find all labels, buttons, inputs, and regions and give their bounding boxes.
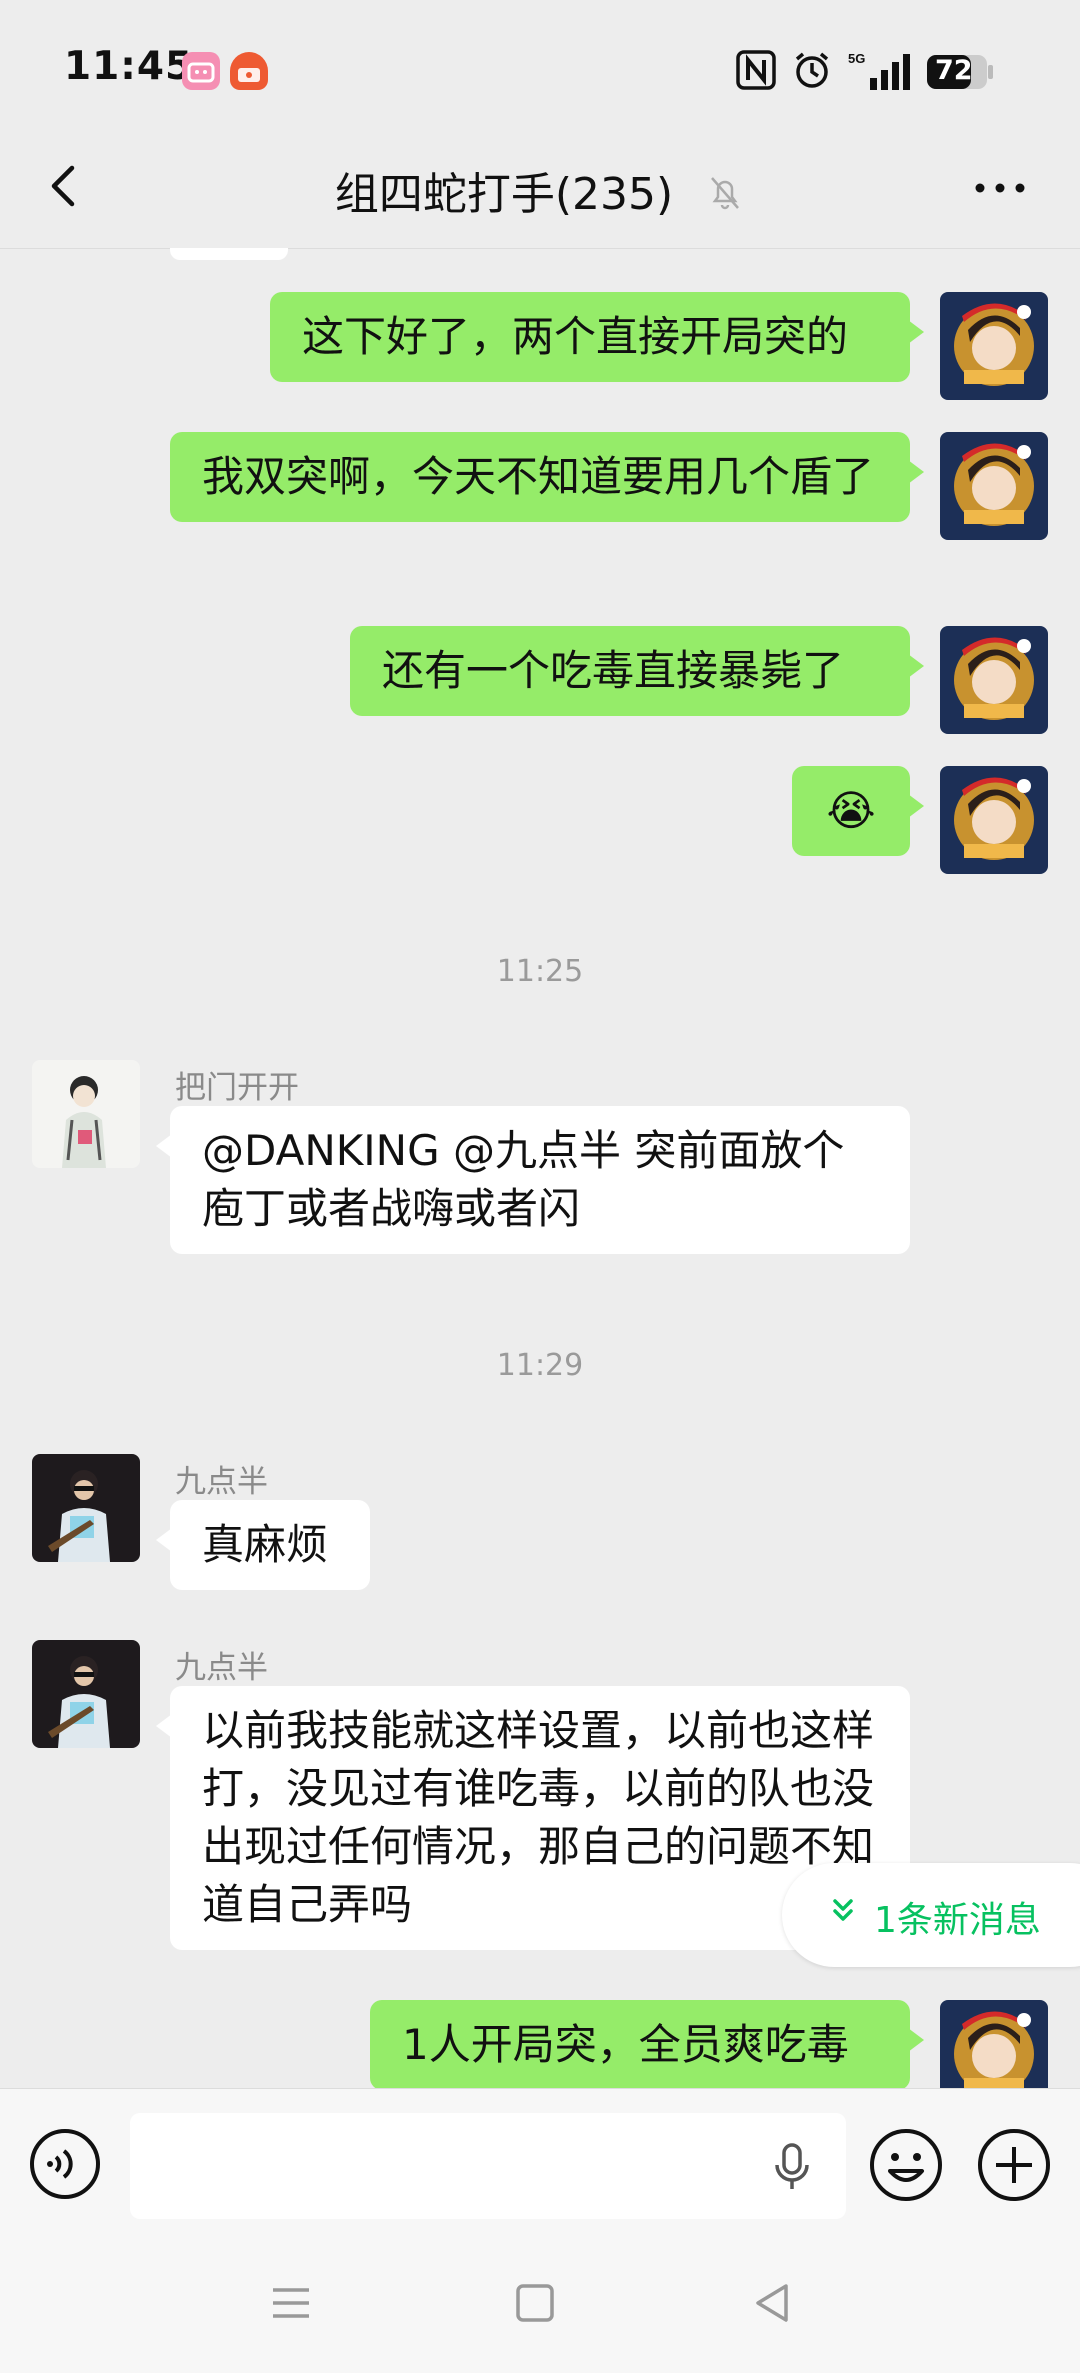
other-message-bubble[interactable]: @DANKING @九点半 突前面放个庖丁或者战嗨或者闪 xyxy=(156,1106,910,1254)
partial-message-bubble xyxy=(170,248,288,260)
svg-text:5G: 5G xyxy=(848,51,865,66)
plus-icon[interactable] xyxy=(976,2127,1052,2207)
alarm-icon xyxy=(792,50,832,94)
my-avatar[interactable] xyxy=(940,292,1048,400)
signal-5g-icon: 5G xyxy=(848,50,912,96)
sender-name: 九点半 xyxy=(175,1464,268,1500)
voice-icon[interactable] xyxy=(28,2127,102,2205)
bell-off-icon xyxy=(705,172,745,223)
emoji-icon[interactable] xyxy=(868,2127,944,2207)
title-bar: 组四蛇打手(235) xyxy=(0,130,1080,249)
status-time: 11:45 xyxy=(64,44,194,89)
my-emoji-bubble[interactable]: 😭 xyxy=(792,766,924,856)
sender-avatar[interactable] xyxy=(32,1454,140,1562)
message-text: 1人开局突，全员爽吃毒 xyxy=(402,2020,849,2069)
chat-title-text: 组四蛇打手(235) xyxy=(334,169,674,220)
chat-title: 组四蛇打手(235) xyxy=(0,158,1080,223)
message-list[interactable]: 这下好了，两个直接开局突的 我双突啊，今天不知道要用几个盾了 还有一个吃毒直接暴… xyxy=(0,248,1080,2088)
message-text: 以前我技能就这样设置，以前也这样打，没见过有谁吃毒，以前的队也没出现过任何情况，… xyxy=(202,1706,875,1929)
double-chevron-down-icon xyxy=(828,1893,858,1933)
nfc-icon xyxy=(736,50,776,94)
system-nav-bar xyxy=(0,2238,1080,2373)
my-avatar[interactable] xyxy=(940,766,1048,874)
sender-name: 九点半 xyxy=(175,1650,268,1686)
my-avatar[interactable] xyxy=(940,432,1048,540)
home-nav-icon[interactable] xyxy=(514,2282,556,2328)
battery-level: 72 xyxy=(935,55,973,86)
message-text: @DANKING @九点半 突前面放个庖丁或者战嗨或者闪 xyxy=(202,1126,845,1233)
timestamp-separator: 11:29 xyxy=(496,1348,584,1383)
sender-avatar[interactable] xyxy=(32,1640,140,1748)
timestamp-separator: 11:25 xyxy=(496,954,584,989)
shop-app-icon xyxy=(230,52,268,90)
my-message-bubble[interactable]: 1人开局突，全员爽吃毒 xyxy=(370,2000,924,2088)
my-message-bubble[interactable]: 还有一个吃毒直接暴毙了 xyxy=(350,626,924,716)
new-messages-button[interactable]: 1条新消息 xyxy=(782,1863,1080,1967)
message-text: 我双突啊，今天不知道要用几个盾了 xyxy=(202,452,875,501)
my-message-bubble[interactable]: 这下好了，两个直接开局突的 xyxy=(270,292,924,382)
other-message-bubble[interactable]: 真麻烦 xyxy=(156,1500,370,1590)
message-text: 这下好了，两个直接开局突的 xyxy=(302,312,849,361)
message-input[interactable] xyxy=(130,2113,846,2219)
battery-icon: 72 xyxy=(926,54,994,94)
bilibili-app-icon xyxy=(182,52,220,90)
my-avatar[interactable] xyxy=(940,2000,1048,2088)
message-text: 真麻烦 xyxy=(202,1520,329,1569)
more-dots-icon[interactable] xyxy=(968,160,1032,216)
back-nav-icon[interactable] xyxy=(752,2282,794,2328)
message-text: 还有一个吃毒直接暴毙了 xyxy=(382,646,845,695)
new-messages-label: 1条新消息 xyxy=(874,1900,1041,1941)
my-avatar[interactable] xyxy=(940,626,1048,734)
status-bar: 11:45 5G 72 xyxy=(0,0,1080,130)
sender-avatar[interactable] xyxy=(32,1060,140,1168)
menu-nav-icon[interactable] xyxy=(270,2282,312,2328)
sender-name: 把门开开 xyxy=(175,1070,299,1106)
my-message-bubble[interactable]: 我双突啊，今天不知道要用几个盾了 xyxy=(170,432,924,522)
emoji-text: 😭 xyxy=(826,786,876,835)
input-bar xyxy=(0,2088,1080,2239)
microphone-icon[interactable] xyxy=(770,2141,814,2197)
